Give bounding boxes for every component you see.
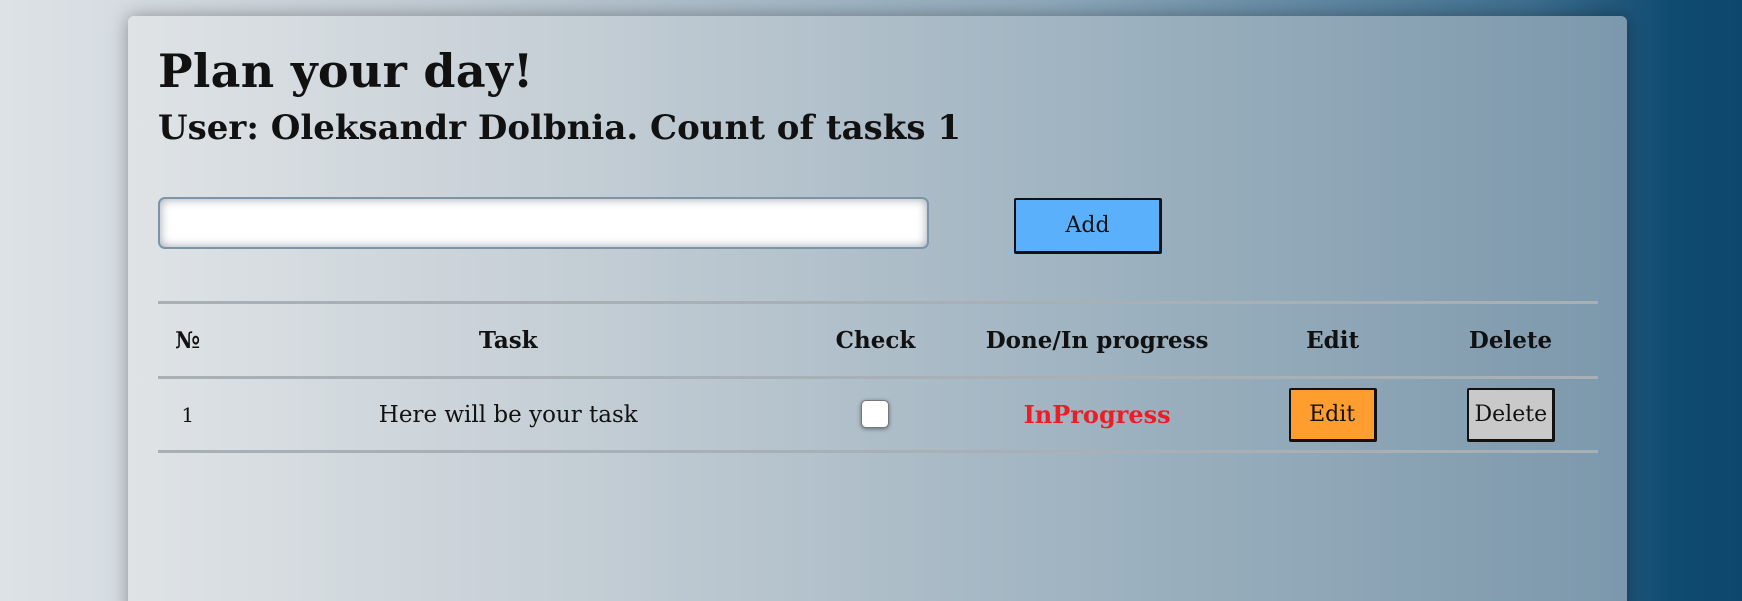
task-done-checkbox[interactable]: [861, 399, 890, 428]
task-text: Here will be your task: [217, 376, 799, 453]
task-check-cell: [798, 376, 953, 453]
todo-card: Plan your day! User: Oleksandr Dolbnia. …: [128, 16, 1627, 601]
column-header-delete: Delete: [1423, 301, 1598, 379]
table-header-row: № Task Check Done/In progress Edit Delet…: [158, 301, 1598, 379]
delete-task-button[interactable]: Delete: [1466, 387, 1555, 442]
table-row: 1 Here will be your task InProgress Edit…: [158, 376, 1598, 453]
column-header-task: Task: [217, 301, 799, 379]
user-task-count: User: Oleksandr Dolbnia. Count of tasks …: [158, 108, 961, 148]
column-header-edit: Edit: [1242, 301, 1424, 379]
task-status-cell: InProgress: [952, 376, 1243, 453]
column-header-number: №: [158, 301, 218, 379]
page-title: Plan your day!: [158, 44, 534, 98]
tasks-table: № Task Check Done/In progress Edit Delet…: [158, 301, 1598, 453]
column-header-check: Check: [798, 301, 953, 379]
add-button[interactable]: Add: [1014, 198, 1162, 254]
task-number: 1: [158, 376, 218, 453]
edit-task-button[interactable]: Edit: [1288, 387, 1377, 442]
task-edit-cell: Edit: [1242, 376, 1424, 453]
new-task-input[interactable]: [158, 197, 929, 249]
status-badge: InProgress: [1023, 400, 1171, 429]
task-delete-cell: Delete: [1423, 376, 1598, 453]
column-header-status: Done/In progress: [952, 301, 1243, 379]
